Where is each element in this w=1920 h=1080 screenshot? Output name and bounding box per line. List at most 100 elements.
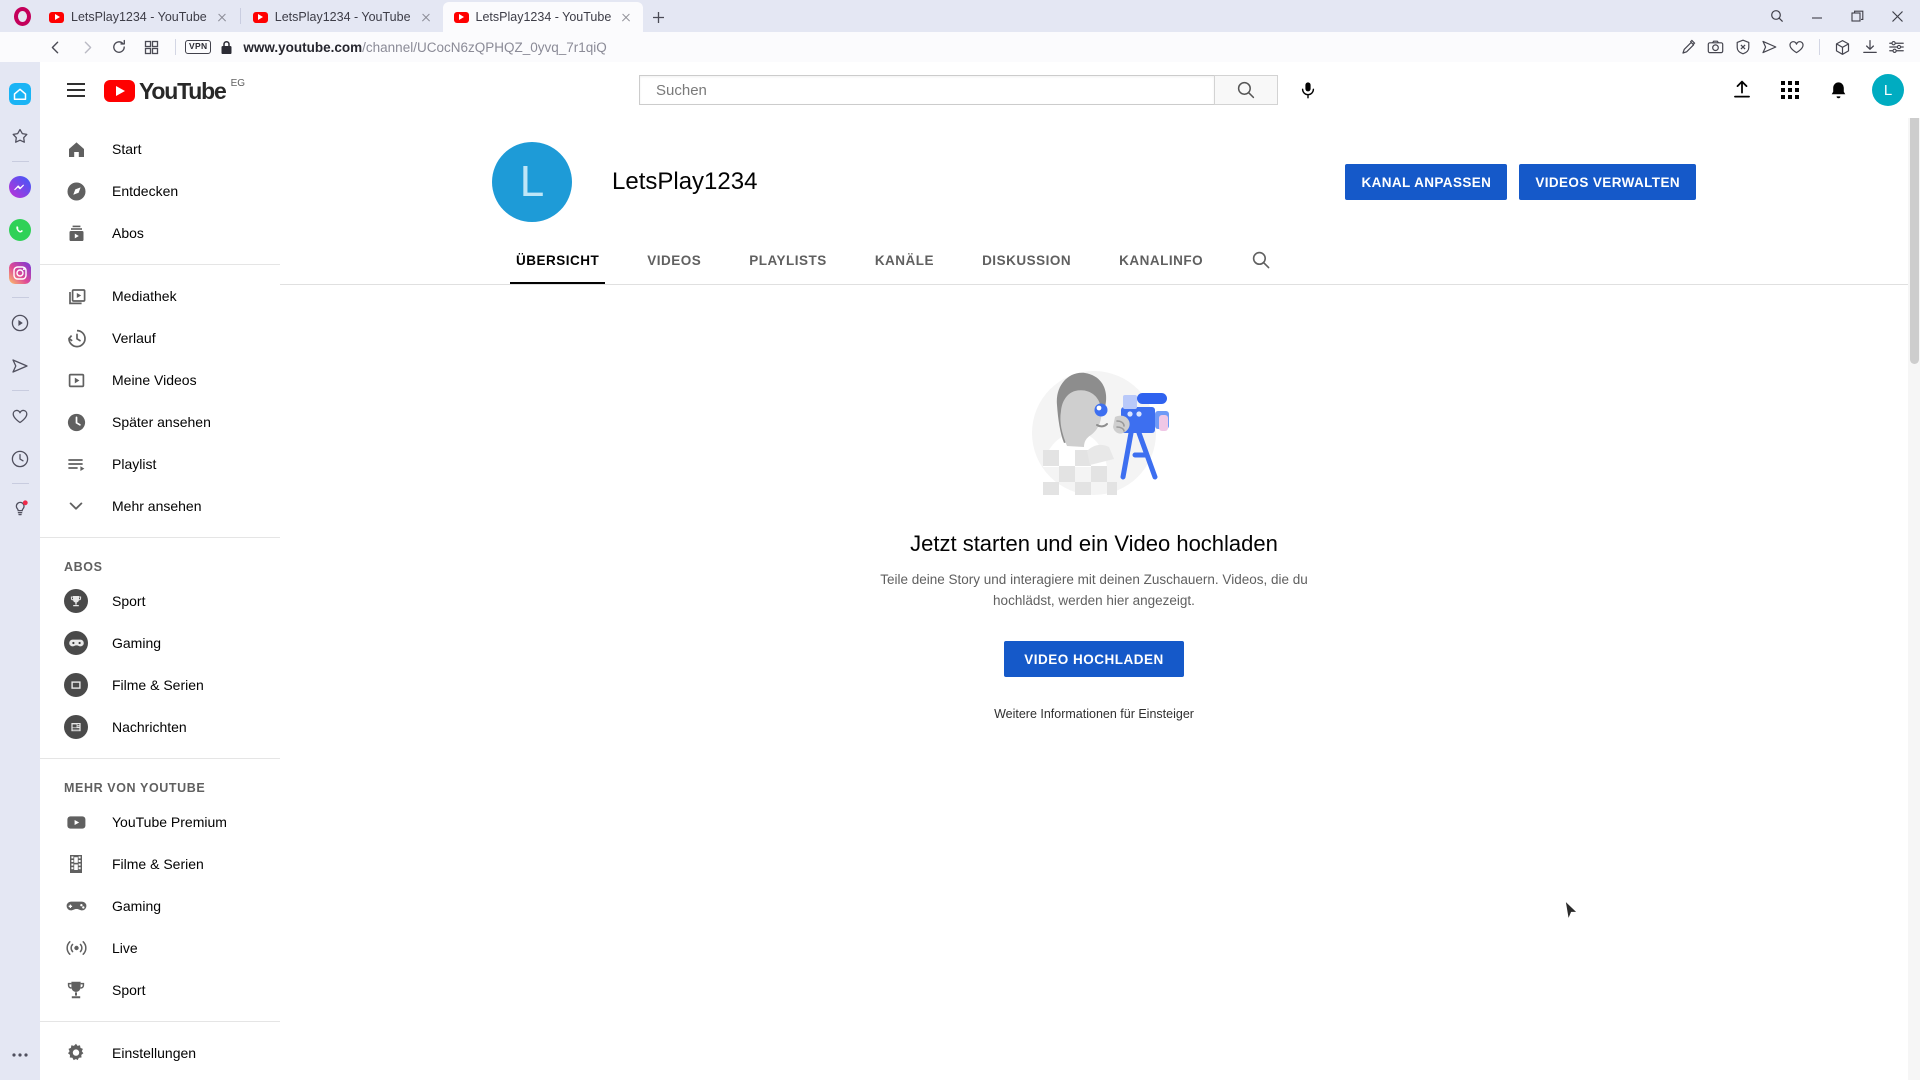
- sidebar-item-bookmarks[interactable]: [0, 115, 40, 158]
- account-avatar[interactable]: L: [1872, 74, 1904, 106]
- sidebar-item-mediathek[interactable]: Mediathek: [40, 275, 280, 317]
- tab-kanalinfo[interactable]: KANALINFO: [1095, 236, 1227, 284]
- search-box[interactable]: [639, 75, 1215, 105]
- sidebar-item-messenger[interactable]: [0, 165, 40, 208]
- sidebar-item-player[interactable]: [0, 301, 40, 344]
- channel-content: L LetsPlay1234 KANAL ANPASSEN VIDEOS VER…: [280, 118, 1908, 1080]
- browser-toolbar: VPN www.youtube.com/channel/UCocN6zQPHQZ…: [0, 32, 1920, 62]
- sidebar-item-live[interactable]: Live: [40, 927, 280, 969]
- tab-diskussion[interactable]: DISKUSSION: [958, 236, 1095, 284]
- address-bar[interactable]: www.youtube.com/channel/UCocN6zQPHQZ_0yv…: [243, 40, 1675, 55]
- channel-action-buttons: KANAL ANPASSEN VIDEOS VERWALTEN: [1345, 164, 1696, 200]
- browser-tab[interactable]: LetsPlay1234 - YouTube: [38, 2, 239, 32]
- my-videos-icon: [64, 368, 88, 392]
- download-icon[interactable]: [1856, 34, 1883, 60]
- tab-kanaele[interactable]: KANÄLE: [851, 236, 958, 284]
- toolbar-icon-group: [1675, 34, 1910, 60]
- plus-icon: [652, 11, 664, 23]
- notifications-button[interactable]: [1818, 70, 1858, 110]
- sidebar-item-einstellungen[interactable]: Einstellungen: [40, 1032, 280, 1074]
- tab-close-icon[interactable]: [214, 9, 230, 25]
- opera-menu-logo[interactable]: [6, 0, 38, 32]
- tab-grid-button[interactable]: [136, 34, 166, 60]
- sidebar-more-menu[interactable]: [0, 1033, 40, 1076]
- sidebar-item-abos[interactable]: Abos: [40, 212, 280, 254]
- beginners-info-link[interactable]: Weitere Informationen für Einsteiger: [994, 707, 1194, 721]
- easy-setup-sliders-icon[interactable]: [1883, 34, 1910, 60]
- sidebar-item-filme-serien-channel[interactable]: Filme & Serien: [40, 664, 280, 706]
- pin-edit-icon[interactable]: [1675, 34, 1702, 60]
- sidebar-item-spaeter-ansehen[interactable]: Später ansehen: [40, 401, 280, 443]
- sidebar-item-instagram[interactable]: [0, 251, 40, 294]
- sidebar-item-youtube-premium[interactable]: YouTube Premium: [40, 801, 280, 843]
- forward-button[interactable]: [72, 34, 102, 60]
- sidebar-item-whatsapp[interactable]: [0, 208, 40, 251]
- tab-search-button[interactable]: [1758, 1, 1796, 31]
- channel-avatar[interactable]: L: [492, 142, 572, 222]
- youtube-logo[interactable]: YouTube EG: [104, 78, 245, 103]
- sidebar-item-verlauf[interactable]: Verlauf: [40, 317, 280, 359]
- customize-channel-button[interactable]: KANAL ANPASSEN: [1345, 164, 1508, 200]
- sidebar-item-label: Filme & Serien: [112, 677, 204, 693]
- manage-videos-button[interactable]: VIDEOS VERWALTEN: [1519, 164, 1696, 200]
- browser-tab[interactable]: LetsPlay1234 - YouTube: [242, 2, 443, 32]
- opera-logo-icon: [13, 6, 31, 26]
- apps-button[interactable]: [1770, 70, 1810, 110]
- tab-title: LetsPlay1234 - YouTube: [475, 10, 612, 24]
- minimize-button[interactable]: [1798, 1, 1836, 31]
- sidebar-item-sport-channel[interactable]: Sport: [40, 580, 280, 622]
- upload-button[interactable]: [1722, 70, 1762, 110]
- tab-close-icon[interactable]: [418, 9, 434, 25]
- tab-videos[interactable]: VIDEOS: [623, 236, 725, 284]
- channel-search-button[interactable]: [1237, 236, 1285, 284]
- newspaper-icon: [71, 723, 81, 732]
- sidebar-item-telegram[interactable]: [0, 344, 40, 387]
- voice-search-button[interactable]: [1288, 70, 1328, 110]
- instagram-icon: [9, 261, 31, 284]
- search-input[interactable]: [656, 81, 1215, 99]
- window-controls: [1758, 0, 1920, 32]
- site-security-lock-icon[interactable]: [220, 40, 233, 55]
- tab-uebersicht[interactable]: ÜBERSICHT: [492, 236, 623, 284]
- gamepad-icon: [64, 894, 88, 918]
- telegram-icon: [12, 358, 28, 373]
- hamburger-menu-icon[interactable]: [56, 70, 96, 110]
- sidebar-item-gaming[interactable]: Gaming: [40, 885, 280, 927]
- sidebar-item-meine-videos[interactable]: Meine Videos: [40, 359, 280, 401]
- send-icon[interactable]: [1756, 34, 1783, 60]
- camera-snapshot-icon[interactable]: [1702, 34, 1729, 60]
- search-icon: [1237, 81, 1255, 99]
- sidebar-item-filme-serien[interactable]: Filme & Serien: [40, 843, 280, 885]
- maximize-restore-button[interactable]: [1838, 1, 1876, 31]
- tab-playlists[interactable]: PLAYLISTS: [725, 236, 851, 284]
- close-window-button[interactable]: [1878, 1, 1916, 31]
- sidebar-item-playlist[interactable]: Playlist: [40, 443, 280, 485]
- browser-tab-active[interactable]: LetsPlay1234 - YouTube: [442, 2, 644, 32]
- sidebar-item-entdecken[interactable]: Entdecken: [40, 170, 280, 212]
- sidebar-item-nachrichten-channel[interactable]: Nachrichten: [40, 706, 280, 748]
- sidebar-item-home[interactable]: [0, 72, 40, 115]
- channel-tabs: ÜBERSICHT VIDEOS PLAYLISTS KANÄLE DISKUS…: [452, 236, 1736, 284]
- crypto-wallet-cube-icon[interactable]: [1829, 34, 1856, 60]
- home-icon: [9, 82, 31, 105]
- sidebar-item-tips[interactable]: [0, 487, 40, 530]
- reload-button[interactable]: [104, 34, 134, 60]
- sidebar-item-mehr-ansehen[interactable]: Mehr ansehen: [40, 485, 280, 527]
- heart-icon[interactable]: [1783, 34, 1810, 60]
- sidebar-item-label: Mediathek: [112, 288, 177, 304]
- tab-close-icon[interactable]: [618, 9, 634, 25]
- search-submit-button[interactable]: [1214, 75, 1279, 105]
- back-button[interactable]: [40, 34, 70, 60]
- sidebar-item-favorites[interactable]: [0, 394, 40, 437]
- upload-video-button[interactable]: VIDEO HOCHLADEN: [1004, 641, 1184, 677]
- close-icon: [1891, 10, 1903, 22]
- gaming-channel-icon: [64, 631, 88, 655]
- vpn-badge[interactable]: VPN: [185, 40, 212, 54]
- ad-block-shield-icon[interactable]: [1729, 34, 1756, 60]
- page-scrollbar[interactable]: [1908, 62, 1920, 1080]
- sidebar-item-sport[interactable]: Sport: [40, 969, 280, 1011]
- sidebar-item-start[interactable]: Start: [40, 128, 280, 170]
- new-tab-button[interactable]: [643, 2, 673, 32]
- sidebar-item-gaming-channel[interactable]: Gaming: [40, 622, 280, 664]
- sidebar-item-history[interactable]: [0, 437, 40, 480]
